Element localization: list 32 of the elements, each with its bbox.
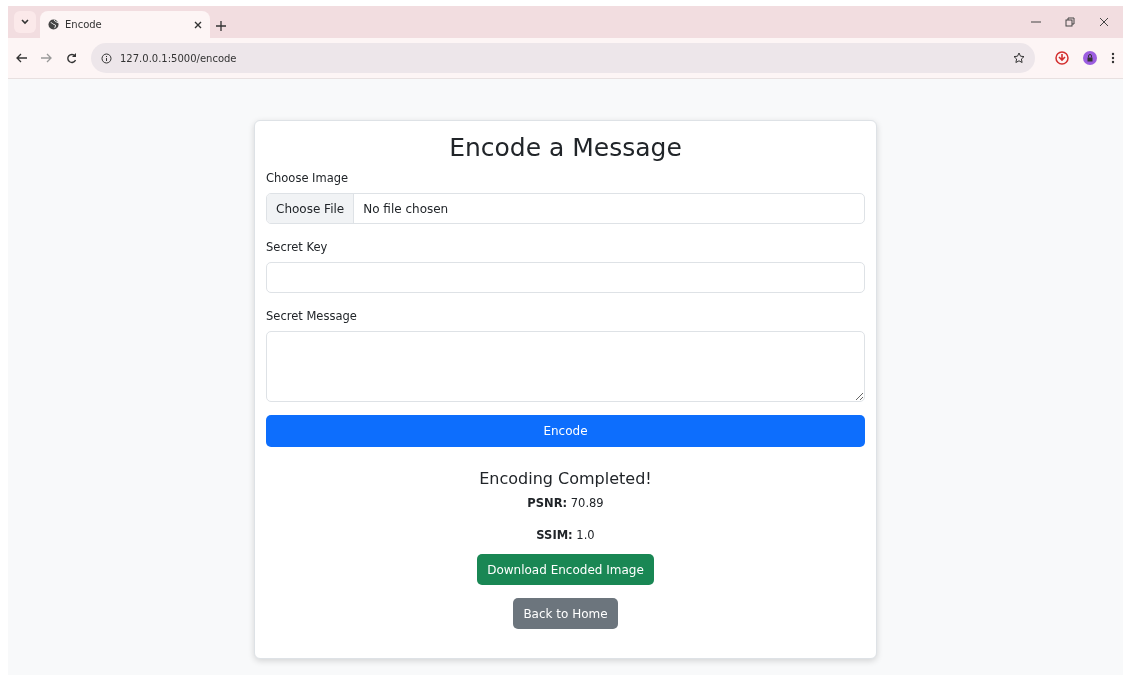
menu-icon[interactable] xyxy=(1111,52,1115,64)
browser-tab[interactable]: Encode xyxy=(40,11,210,38)
forward-icon[interactable] xyxy=(41,53,52,63)
secret-message-field[interactable] xyxy=(266,331,865,402)
close-icon[interactable] xyxy=(194,20,202,29)
restore-icon[interactable] xyxy=(1065,17,1075,27)
download-button[interactable]: Download Encoded Image xyxy=(477,554,654,585)
close-icon[interactable] xyxy=(1099,17,1109,27)
field-label: Secret Message xyxy=(266,309,358,323)
field-label: Choose Image xyxy=(266,171,350,185)
file-status: No file chosen xyxy=(362,201,449,216)
info-icon[interactable] xyxy=(101,52,112,64)
lock-extension-icon[interactable] xyxy=(1083,51,1097,65)
result-heading: Encoding Completed! xyxy=(479,469,652,488)
new-tab-icon[interactable] xyxy=(216,21,226,31)
star-icon[interactable] xyxy=(1013,52,1025,64)
page-title: Encode a Message xyxy=(448,133,683,162)
globe-icon xyxy=(48,19,59,30)
tab-list-button[interactable] xyxy=(14,11,36,33)
metric-text: SSIM: 1.0 xyxy=(536,528,595,542)
metric-text: PSNR: 70.89 xyxy=(527,496,604,510)
home-button[interactable]: Back to Home xyxy=(513,598,618,629)
reload-icon[interactable] xyxy=(66,52,77,64)
encode-button[interactable]: Encode xyxy=(266,415,865,447)
download-extension-icon[interactable] xyxy=(1055,51,1069,65)
field-label: Secret Key xyxy=(266,240,329,254)
back-icon[interactable] xyxy=(16,53,27,63)
file-input[interactable]: Choose File No file chosen xyxy=(266,193,865,224)
caret-icon xyxy=(21,19,29,25)
secret-key-field[interactable] xyxy=(266,262,865,293)
choose-file-button[interactable]: Choose File xyxy=(267,194,355,223)
address-bar[interactable]: 127.0.0.1:5000/encode xyxy=(91,43,1035,73)
